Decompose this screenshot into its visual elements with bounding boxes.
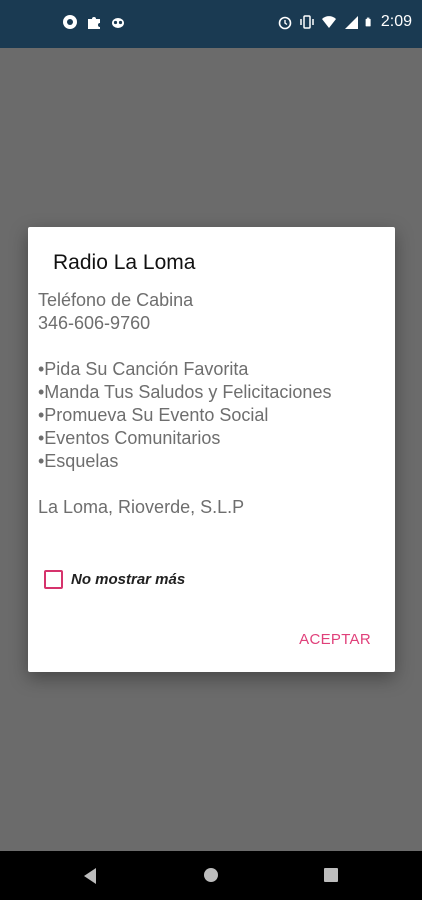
dont-show-again-row[interactable]: No mostrar más: [44, 570, 185, 589]
dont-show-again-checkbox[interactable]: [44, 570, 63, 589]
dialog-title: Radio La Loma: [53, 251, 196, 274]
service-item: •Eventos Comunitarios: [38, 428, 221, 448]
service-item: •Esquelas: [38, 451, 119, 471]
service-item: •Promueva Su Evento Social: [38, 405, 269, 425]
chrome-icon: [63, 15, 77, 29]
dialog-message: Teléfono de Cabina 346-606-9760 •Pida Su…: [38, 289, 388, 519]
info-dialog: Radio La Loma Teléfono de Cabina 346-606…: [28, 227, 395, 672]
home-icon[interactable]: [203, 867, 219, 883]
service-item: •Pida Su Canción Favorita: [38, 359, 249, 379]
status-bar: 2:09: [0, 0, 422, 48]
vibrate-icon: [300, 15, 314, 29]
owl-icon: [112, 18, 124, 28]
signal-icon: [344, 16, 358, 29]
phone-label: Teléfono de Cabina: [38, 290, 194, 310]
battery-icon: [365, 17, 371, 27]
status-time: 2:09: [380, 13, 412, 30]
dont-show-again-label[interactable]: No mostrar más: [71, 571, 185, 588]
location-text: La Loma, Rioverde, S.L.P: [38, 497, 245, 517]
alarm-icon: [278, 16, 292, 30]
phone-number: 346-606-9760: [38, 313, 151, 333]
status-notification-icons: [62, 14, 126, 30]
status-system-icons: 2:09: [277, 13, 412, 31]
recents-icon[interactable]: [323, 867, 339, 883]
wifi-icon: [321, 16, 336, 28]
accept-button[interactable]: ACEPTAR: [299, 631, 371, 648]
service-item: •Manda Tus Saludos y Felicitaciones: [38, 382, 332, 402]
puzzle-icon: [88, 17, 100, 29]
back-icon[interactable]: [82, 867, 98, 885]
navigation-bar: [0, 851, 422, 900]
